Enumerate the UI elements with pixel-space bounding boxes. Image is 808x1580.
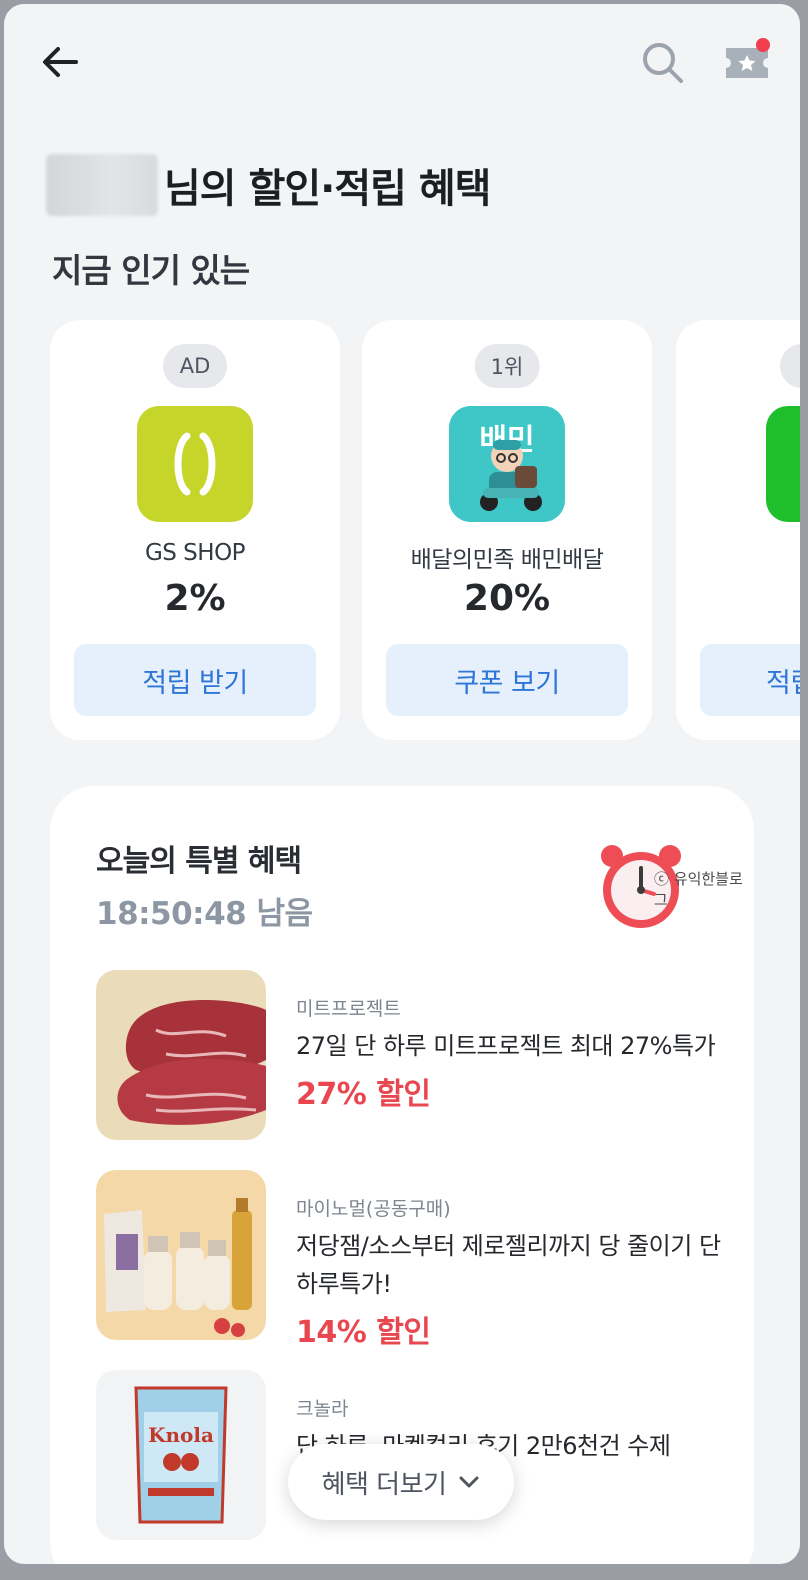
back-button[interactable] (38, 40, 82, 84)
rank-badge (780, 344, 800, 388)
deal-item[interactable]: 미트프로젝트 27일 단 하루 미트프로젝트 최대 27%특가 27% 할인 (96, 970, 736, 1142)
card-name: GS SHOP (144, 540, 246, 566)
search-button[interactable] (640, 40, 686, 86)
deal-title: 27일 단 하루 미트프로젝트 최대 27%특가 (296, 1032, 716, 1060)
deal-item[interactable]: 마이노멀(공동구매) 저당잼/소스부터 제로젤리까지 당 줄이기 단하루특가! … (96, 1170, 736, 1350)
page-title-text: 님의 할인·적립 혜택 (164, 166, 491, 212)
earn-points-button[interactable]: 적립 받기 (74, 644, 316, 716)
deal-discount: 14% 할인 (296, 1315, 431, 1350)
gs-shop-logo-icon (137, 406, 253, 522)
deal-info: 마이노멀(공동구매) 저당잼/소스부터 제로젤리까지 당 줄이기 단하루특가! … (296, 1194, 736, 1351)
chevron-down-icon (459, 1476, 479, 1488)
meat-product-image (96, 970, 266, 1140)
countdown-timer: 18:50:48 남음 (96, 896, 313, 932)
top-bar (4, 4, 800, 114)
special-section-title: 오늘의 특별 혜택 (96, 844, 302, 879)
view-coupon-button[interactable]: 쿠폰 보기 (386, 644, 628, 716)
deal-brand: 크놀라 (296, 1398, 349, 1420)
card-name: C (668, 540, 800, 566)
popular-card-partial[interactable]: C 적립 (676, 320, 800, 740)
earn-points-button[interactable]: 적립 (700, 644, 800, 716)
deal-discount: 27% 할인 (296, 1077, 431, 1112)
page-title: 님의 할인·적립 혜택 (46, 152, 491, 218)
deal-info: 미트프로젝트 27일 단 하루 미트프로젝트 최대 27%특가 27% 할인 (296, 994, 736, 1113)
card-rate: 20% (463, 578, 551, 619)
deal-title: 저당잼/소스부터 제로젤리까지 당 줄이기 단하루특가! (296, 1232, 721, 1298)
baemin-logo-icon: 배민 (449, 406, 565, 522)
arrow-left-icon (43, 47, 78, 77)
granola-product-image: Knola (96, 1370, 266, 1540)
popular-card-gs-shop[interactable]: AD GS SHOP 2% 적립 받기 (50, 320, 340, 740)
knola-label: Knola (148, 1423, 214, 1447)
deal-brand: 마이노멀(공동구매) (296, 1198, 451, 1220)
more-benefits-button[interactable]: 혜택 더보기 (288, 1444, 514, 1520)
watermark: ⓒ 유익한블로그 (654, 870, 743, 909)
deal-brand: 미트프로젝트 (296, 998, 401, 1020)
rank-badge: 1위 (474, 344, 540, 388)
popular-card-baemin[interactable]: 1위 배민 배달의민족 배민배달 20% 쿠폰 보기 (362, 320, 652, 740)
popular-section-title: 지금 인기 있는 (52, 251, 250, 290)
sauce-product-image (96, 1170, 266, 1340)
ad-badge: AD (163, 344, 227, 388)
app-screen: 님의 할인·적립 혜택 지금 인기 있는 AD GS SHOP 2% 적립 받기… (4, 4, 800, 1564)
blurred-user-name (46, 154, 158, 216)
notification-dot (756, 38, 770, 52)
partial-app-logo-icon (766, 406, 800, 522)
search-icon (643, 43, 683, 83)
card-name: 배달의민족 배민배달 (410, 547, 604, 573)
more-benefits-label: 혜택 더보기 (321, 1469, 447, 1500)
card-rate: 2% (164, 578, 226, 619)
coupon-button[interactable] (722, 38, 772, 86)
